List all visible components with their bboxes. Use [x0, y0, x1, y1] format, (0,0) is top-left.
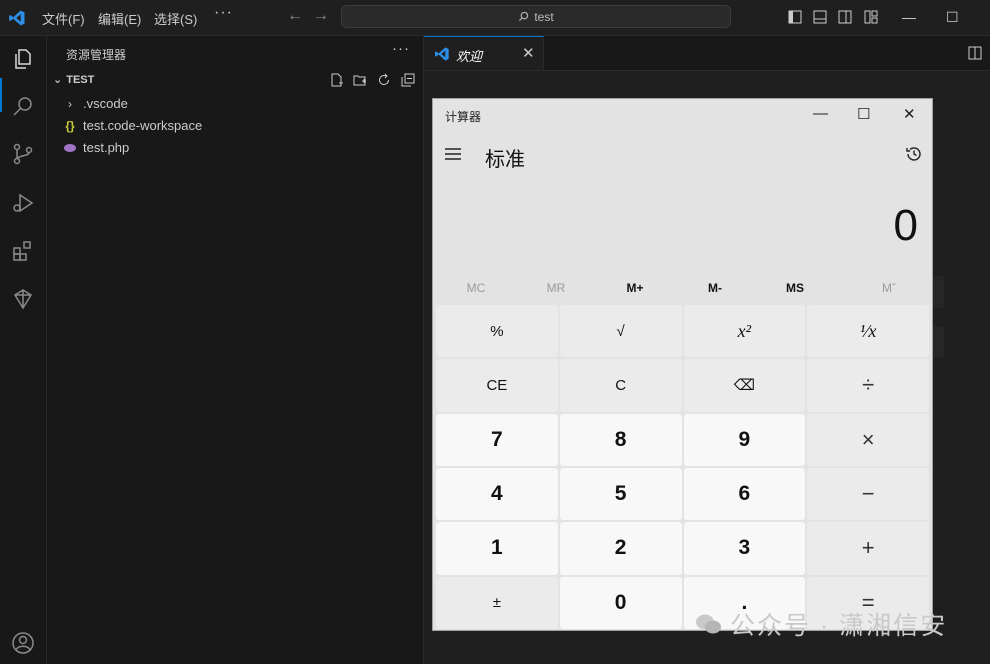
clear-entry-button[interactable]: CE [436, 359, 558, 412]
square-button[interactable]: x² [683, 305, 806, 358]
title-bar: 文件(F) 编辑(E) 选择(S) ··· ← → test — ☐ [0, 0, 990, 36]
tab-label: 欢迎 [456, 49, 483, 64]
extensions-icon[interactable] [11, 239, 35, 263]
backspace-button[interactable]: ⌫ [683, 359, 806, 412]
collapse-all-icon[interactable] [401, 73, 415, 87]
folder-name: TEST [66, 73, 95, 86]
digit-8-button[interactable]: 8 [559, 413, 682, 466]
percent-button[interactable]: % [436, 305, 558, 358]
back-arrow-icon[interactable]: ← [287, 7, 303, 25]
command-center-search[interactable]: test [341, 5, 731, 28]
memory-clear-button[interactable]: MC [446, 281, 506, 295]
search-text: test [534, 9, 554, 24]
sqrt-button[interactable]: √ [559, 305, 682, 358]
run-debug-icon[interactable] [11, 191, 35, 215]
negate-button[interactable]: ± [436, 576, 558, 629]
customize-layout-icon[interactable] [864, 10, 878, 24]
reciprocal-button[interactable]: ¹⁄x [807, 305, 929, 358]
hamburger-menu-icon[interactable] [445, 148, 461, 160]
new-folder-icon[interactable] [353, 73, 367, 87]
digit-5-button[interactable]: 5 [559, 467, 682, 521]
minimize-icon[interactable]: — [902, 9, 916, 25]
digit-4-button[interactable]: 4 [436, 467, 558, 521]
folder-header[interactable]: ⌄ TEST [53, 73, 95, 87]
remote-explorer-icon[interactable] [11, 287, 35, 311]
tree-item-workspace[interactable]: {} test.code-workspace [63, 118, 202, 133]
memory-store-button[interactable]: MS [765, 281, 825, 295]
activity-bar [0, 36, 47, 664]
json-braces-icon: {} [65, 118, 75, 133]
digit-1-button[interactable]: 1 [436, 522, 558, 575]
memory-recall-button[interactable]: MR [526, 281, 586, 295]
digit-6-button[interactable]: 6 [683, 467, 806, 521]
sidebar-title: 资源管理器 [66, 48, 127, 62]
calculator-mode: 标准 [485, 149, 525, 171]
php-elephant-icon [64, 143, 76, 152]
digit-0-button[interactable]: 0 [559, 576, 682, 629]
digit-9-button[interactable]: 9 [683, 413, 806, 466]
watermark-text: 公众号 · 潇湘信安 [730, 612, 948, 640]
explorer-icon[interactable] [11, 47, 35, 71]
explorer-sidebar: 资源管理器 ··· ⌄ TEST › .vscode {} test.code-… [47, 36, 424, 664]
maximize-icon[interactable]: ☐ [857, 105, 870, 123]
clear-button[interactable]: C [559, 359, 682, 412]
keypad: % √ x² ¹⁄x CE C ⌫ ÷ 7 8 9 × 4 5 6 − 1 2 … [436, 305, 929, 629]
refresh-icon[interactable] [377, 73, 391, 87]
chevron-right-icon: › [68, 96, 72, 111]
forward-arrow-icon[interactable]: → [313, 7, 329, 25]
toggle-secondary-sidebar-icon[interactable] [838, 10, 852, 24]
toggle-primary-sidebar-icon[interactable] [788, 10, 802, 24]
tree-item-label: test.php [83, 140, 130, 155]
minimize-icon[interactable]: — [813, 105, 828, 122]
sidebar-more-icon[interactable]: ··· [392, 40, 410, 57]
more-menus-icon[interactable]: ··· [214, 4, 233, 22]
menu-file[interactable]: 文件(F) [42, 9, 85, 28]
watermark: 公众号 · 潇湘信安 [694, 606, 947, 642]
new-file-icon[interactable] [330, 73, 344, 87]
tree-item-vscode[interactable]: › .vscode [63, 96, 128, 111]
menu-edit[interactable]: 编辑(E) [98, 9, 141, 28]
chevron-down-icon: ⌄ [53, 74, 63, 86]
history-icon[interactable] [905, 145, 923, 163]
memory-add-button[interactable]: M+ [605, 281, 665, 295]
source-control-icon[interactable] [11, 142, 35, 166]
account-icon[interactable] [11, 631, 35, 655]
tree-item-php[interactable]: test.php [63, 140, 129, 155]
calculator-window: 计算器 — ☐ ✕ 标准 0 MC MR M+ M- MS Mˇ % √ x² … [432, 98, 933, 631]
subtract-button[interactable]: − [807, 467, 929, 521]
wechat-icon [696, 614, 721, 634]
tree-item-label: .vscode [83, 96, 128, 111]
maximize-icon[interactable]: ☐ [946, 9, 959, 26]
memory-list-button[interactable]: Mˇ [859, 281, 919, 295]
add-button[interactable]: + [807, 522, 929, 575]
toggle-panel-icon[interactable] [813, 10, 827, 24]
search-icon[interactable] [11, 94, 35, 118]
vscode-logo-icon [435, 47, 449, 61]
result-display: 0 [893, 201, 918, 250]
tree-item-label: test.code-workspace [83, 118, 203, 133]
digit-3-button[interactable]: 3 [683, 522, 806, 575]
calculator-title: 计算器 [445, 110, 482, 124]
close-icon[interactable]: ✕ [903, 105, 916, 123]
memory-subtract-button[interactable]: M- [685, 281, 745, 295]
split-editor-icon[interactable] [968, 46, 982, 60]
search-icon [519, 11, 529, 22]
tab-welcome[interactable]: 欢迎 ✕ [424, 36, 544, 70]
tab-bar: 欢迎 ✕ [424, 36, 990, 71]
vscode-logo-icon [9, 10, 25, 26]
close-icon[interactable]: ✕ [522, 44, 535, 62]
divide-button[interactable]: ÷ [807, 359, 929, 412]
multiply-button[interactable]: × [807, 413, 929, 466]
active-indicator [0, 78, 2, 112]
menu-selection[interactable]: 选择(S) [154, 9, 197, 28]
digit-2-button[interactable]: 2 [559, 522, 682, 575]
digit-7-button[interactable]: 7 [436, 413, 558, 466]
